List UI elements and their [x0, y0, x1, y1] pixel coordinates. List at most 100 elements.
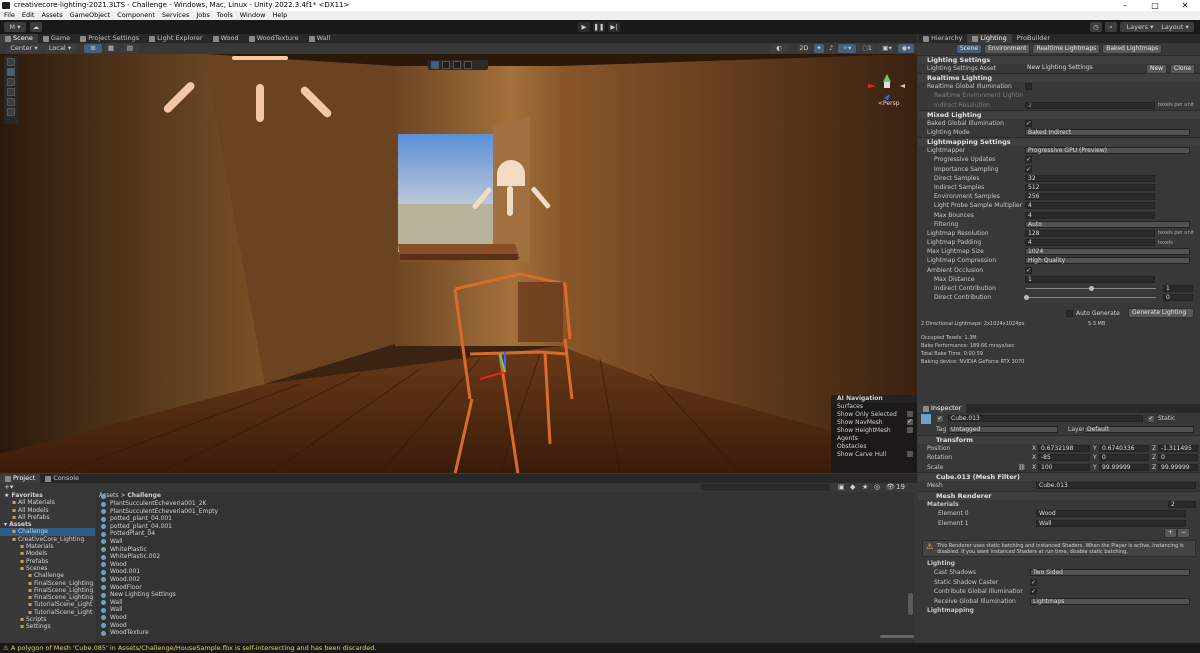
file-list-item[interactable]: WhitePlastic.002	[96, 553, 914, 561]
menu-tools[interactable]: Tools	[217, 11, 233, 20]
file-list-item[interactable]: Wall	[96, 606, 914, 614]
tree-root-item[interactable]: ▾ Assets	[0, 521, 95, 528]
file-list-item[interactable]: Wood.001	[96, 568, 914, 576]
lighting-settings-section[interactable]: Lighting Settings	[918, 55, 1200, 64]
file-list-item[interactable]: Wood.002	[96, 576, 914, 584]
scale-z-field[interactable]: 99.99999	[1158, 463, 1198, 471]
contribute-gi-checkbox[interactable]: ✓	[1030, 588, 1037, 596]
layout-dropdown[interactable]: Layout ▾	[1156, 22, 1194, 32]
element1-field[interactable]: Wall	[1036, 519, 1186, 527]
camera-preview-icon[interactable]	[431, 61, 439, 69]
play-button[interactable]: ▶	[578, 22, 590, 32]
fx-toggle-icon[interactable]: ✧▾	[838, 44, 856, 53]
element0-field[interactable]: Wood	[1036, 510, 1186, 518]
subtab-environment[interactable]: Environment	[984, 44, 1031, 54]
settings-asset-field[interactable]: New Lighting Settings	[1025, 65, 1133, 73]
tab-woodtexture[interactable]: WoodTexture	[244, 34, 304, 43]
tree-folder-item[interactable]: ▪ Challenge	[0, 528, 95, 536]
move-tool-icon[interactable]	[7, 68, 15, 76]
lightmap-setting-field[interactable]: 1	[1025, 275, 1155, 283]
link-icon[interactable]: ⛓	[1018, 464, 1026, 471]
rotation-z-field[interactable]: 0	[1158, 454, 1198, 462]
mesh-renderer-section[interactable]: Mesh Renderer	[918, 490, 1200, 500]
overlay-menu-button[interactable]: ▤	[121, 44, 139, 53]
active-checkbox[interactable]: ✓	[937, 416, 943, 422]
camera-settings-icon[interactable]: ▣▾	[878, 44, 896, 53]
lightmap-setting-field[interactable]: 4	[1025, 239, 1155, 247]
tab-scene[interactable]: Scene	[0, 34, 38, 43]
show-heightmesh-checkbox[interactable]	[907, 427, 913, 433]
tree-folder-item[interactable]: ▪ FinalScene_Lighting	[0, 594, 95, 601]
filter-type-icon[interactable]: ▣	[838, 483, 845, 491]
file-list-item[interactable]: WoodTexture	[96, 629, 914, 637]
menu-window[interactable]: Window	[240, 11, 266, 20]
file-list-item[interactable]: Wood	[96, 622, 914, 630]
mesh-field[interactable]: Cube.013	[1036, 482, 1196, 490]
receive-gi-dropdown[interactable]: Lightmaps	[1030, 597, 1190, 605]
history-icon[interactable]: ◷	[1090, 22, 1102, 32]
minimize-button[interactable]: –	[1110, 0, 1140, 11]
lightmap-setting-field[interactable]: 4	[1025, 211, 1155, 219]
subtab-scene[interactable]: Scene	[955, 44, 983, 54]
file-list-item[interactable]: New Lighting Settings	[96, 591, 914, 599]
menu-gameobject[interactable]: GameObject	[70, 11, 111, 20]
tab-lighting[interactable]: Lighting	[967, 34, 1012, 43]
nav-obstacles[interactable]: Obstacles	[831, 443, 917, 451]
grid-snap-button[interactable]: ⊞	[84, 44, 102, 53]
nav-show-carve-hull[interactable]: Show Carve Hull	[831, 451, 917, 459]
project-search-input[interactable]	[700, 484, 830, 491]
tree-root-item[interactable]: ★ Favorites	[0, 492, 95, 499]
lightmap-setting-checkbox[interactable]: ✓	[1025, 165, 1032, 173]
tree-folder-item[interactable]: ▪ Challenge	[0, 572, 95, 579]
add-element-button[interactable]: +	[1163, 527, 1177, 538]
file-list-item[interactable]: potted_plant_04.001	[96, 523, 914, 531]
mesh-filter-section[interactable]: Cube.013 (Mesh Filter)	[918, 472, 1200, 481]
scale-x-field[interactable]: 100	[1038, 463, 1090, 471]
tree-folder-item[interactable]: ▪ TutorialScene_Light	[0, 609, 95, 616]
tag-dropdown[interactable]: Untagged	[948, 426, 1058, 433]
rotation-y-field[interactable]: 0	[1099, 454, 1149, 462]
layers-dropdown[interactable]: Layers ▾	[1120, 22, 1160, 32]
menu-assets[interactable]: Assets	[41, 11, 62, 20]
cast-shadows-dropdown[interactable]: Two Sided	[1030, 569, 1190, 577]
position-z-field[interactable]: -1.311495	[1158, 444, 1198, 452]
tab-console[interactable]: Console	[40, 474, 84, 483]
tab-probuilder[interactable]: ProBuilder	[1012, 34, 1055, 43]
lightmap-setting-dropdown[interactable]: Progressive GPU (Preview)	[1025, 147, 1190, 155]
tree-folder-item[interactable]: ▪ CreativeCore_Lighting	[0, 536, 95, 543]
file-list-item[interactable]: Wood	[96, 614, 914, 622]
remove-element-button[interactable]: −	[1176, 527, 1190, 538]
show-carve-hull-checkbox[interactable]	[907, 451, 913, 457]
lightmap-setting-field[interactable]: 512	[1025, 183, 1155, 191]
slider-track[interactable]	[1026, 297, 1156, 299]
realtime-gi-checkbox[interactable]	[1025, 83, 1032, 91]
transform-tool-icon[interactable]	[7, 108, 15, 116]
scene-viewport[interactable]: <Persp	[0, 54, 917, 473]
subtab-realtime-lightmaps[interactable]: Realtime Lightmaps	[1032, 44, 1101, 54]
lightmap-setting-field[interactable]: 4	[1025, 202, 1155, 210]
mixed-lighting-section[interactable]: Mixed Lighting	[918, 109, 1200, 119]
realtime-lighting-section[interactable]: Realtime Lighting	[918, 73, 1200, 83]
auto-generate-checkbox[interactable]	[1066, 309, 1073, 317]
new-button[interactable]: New	[1146, 64, 1168, 74]
tab-inspector[interactable]: Inspector	[918, 404, 967, 413]
pivot-dropdown[interactable]: Center ▾	[6, 44, 42, 53]
filter-label-icon[interactable]: ◆	[850, 483, 855, 491]
lighting-toggle-icon[interactable]: ✦	[814, 44, 824, 53]
position-y-field[interactable]: 0.6740336	[1099, 444, 1149, 452]
status-message[interactable]: A polygon of Mesh 'Cube.085' in Assets/C…	[11, 644, 377, 652]
layer-dropdown[interactable]: Default	[1084, 426, 1194, 433]
tree-folder-item[interactable]: ▪ All Prefabs	[0, 514, 95, 521]
tab-project-settings[interactable]: Project Settings	[75, 34, 144, 43]
tree-folder-item[interactable]: ▪ Settings	[0, 623, 95, 630]
light-probe-icon[interactable]	[442, 61, 450, 69]
lightmap-setting-field[interactable]: 256	[1025, 193, 1155, 201]
rect-tool-icon[interactable]	[7, 98, 15, 106]
tree-folder-item[interactable]: ▪ Scripts	[0, 616, 95, 623]
position-x-field[interactable]: 0.6732198	[1038, 444, 1090, 452]
scale-tool-icon[interactable]	[7, 88, 15, 96]
lightmapping-settings-section[interactable]: Lightmapping Settings	[918, 137, 1200, 147]
menu-edit[interactable]: Edit	[22, 11, 35, 20]
baked-gi-checkbox[interactable]: ✓	[1025, 119, 1032, 127]
menu-component[interactable]: Component	[117, 11, 155, 20]
